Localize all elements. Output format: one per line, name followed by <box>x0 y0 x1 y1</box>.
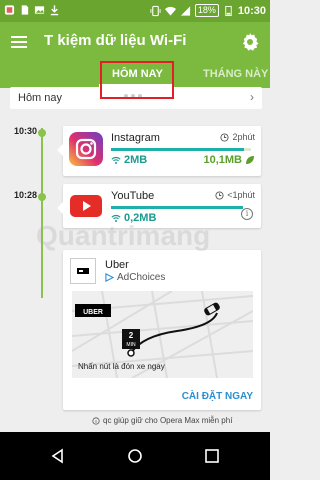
wifi-icon <box>111 156 121 164</box>
timeline-time: 10:30 <box>14 126 38 136</box>
page-title: T kiệm dữ liệu Wi-Fi <box>44 32 187 49</box>
timeline-dot <box>38 129 46 137</box>
wifi-usage: 2MB <box>111 154 147 166</box>
date-label: Hôm nay <box>18 92 63 104</box>
clock-icon <box>215 190 224 200</box>
ad-map-image[interactable]: UBER 2 MIN Nhấn nút là đón xe ngay <box>72 291 253 378</box>
chevron-right-icon: › <box>250 90 254 104</box>
usage-bar <box>111 148 251 151</box>
usage-bar-fill <box>111 206 243 209</box>
download-icon <box>50 5 59 16</box>
gear-icon[interactable] <box>240 32 260 52</box>
svg-text:2: 2 <box>129 331 134 340</box>
ad-disclaimer: qc giúp giữ cho Opera Max miễn phí <box>92 416 232 425</box>
recents-icon[interactable] <box>204 448 220 464</box>
ad-card-uber[interactable]: Uber AdChoices UBER 2 MIN Nhấn nút là đó… <box>63 250 261 410</box>
app-bar: T kiệm dữ liệu Wi-Fi <box>0 22 270 62</box>
home-icon[interactable] <box>127 448 143 464</box>
clock: 10:30 <box>237 4 266 17</box>
app-usage-card-youtube[interactable]: YouTube <1phút 0,2MB i <box>57 184 261 228</box>
wifi-icon <box>111 214 121 222</box>
app-name: YouTube <box>111 190 155 202</box>
status-bar: 18% 10:30 <box>0 0 270 22</box>
map-caption: Nhấn nút là đón xe ngay <box>78 362 165 371</box>
install-now-button[interactable]: CÀI ĐẶT NGAY <box>182 391 253 402</box>
instagram-icon <box>69 132 103 166</box>
sd-card-icon <box>21 5 29 15</box>
app-notification-icon <box>4 5 15 15</box>
vibrate-icon <box>150 5 161 16</box>
app-name: Instagram <box>111 132 160 144</box>
system-nav-bar <box>0 432 270 480</box>
adchoices-icon <box>105 273 114 282</box>
hamburger-menu-icon[interactable] <box>10 33 28 51</box>
svg-text:UBER: UBER <box>83 309 103 316</box>
signal-icon <box>180 5 190 16</box>
battery-percent: 18% <box>194 4 219 17</box>
app-usage-card-instagram[interactable]: Instagram 2phút 2MB 10,1MB <box>57 126 261 176</box>
timeline-line <box>41 128 43 298</box>
wifi-usage: 0,2MB <box>111 212 156 224</box>
info-icon[interactable]: i <box>241 208 253 220</box>
adchoices-link[interactable]: AdChoices <box>105 272 165 283</box>
data-saved: 10,1MB <box>203 154 255 166</box>
tab-this-month[interactable]: THÁNG NÀY <box>203 68 268 80</box>
clock-icon <box>220 132 230 142</box>
leaf-icon <box>246 156 254 164</box>
uber-logo <box>70 258 96 284</box>
wifi-icon <box>164 6 176 16</box>
usage-bar-fill <box>111 148 244 151</box>
advertiser-name: Uber <box>105 259 129 271</box>
usage-duration: <1phút <box>215 190 255 200</box>
youtube-icon <box>70 195 102 217</box>
image-icon <box>34 6 45 14</box>
battery-icon <box>225 5 232 16</box>
info-icon <box>92 416 100 425</box>
back-icon[interactable] <box>50 448 66 464</box>
highlight-box <box>100 61 174 99</box>
usage-duration: 2phút <box>220 132 255 142</box>
usage-bar <box>111 206 243 209</box>
timeline-time: 10:28 <box>14 190 38 200</box>
timeline-dot <box>38 193 46 201</box>
